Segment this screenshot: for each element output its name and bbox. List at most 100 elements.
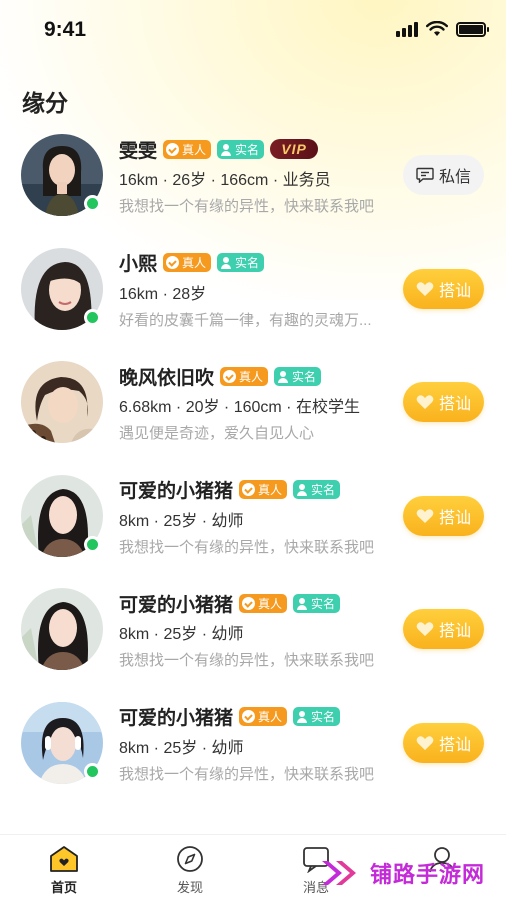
wifi-icon xyxy=(426,21,448,36)
user-info: 晚风依旧吹 真人 实名 6.68km · 20岁 · 160cm · 在校学生 … xyxy=(119,363,396,443)
real-name-badge: 实名 xyxy=(293,707,341,726)
watermark-text: 铺路手游网 xyxy=(370,862,486,887)
status-time: 9:41 xyxy=(44,18,87,41)
user-bio: 好看的皮囊千篇一律，有趣的灵魂万... xyxy=(119,311,372,329)
status-icons xyxy=(396,21,489,37)
avatar-photo xyxy=(21,361,103,443)
avatar[interactable] xyxy=(21,474,103,557)
user-bio: 我想找一个有缘的异性，快来联系我吧 xyxy=(119,538,375,556)
online-status-dot xyxy=(84,308,101,326)
battery-icon xyxy=(456,21,489,37)
user-info: 雯雯 真人 实名 VIP 16km · 26岁 · 166cm · 业务员 我想… xyxy=(119,136,396,216)
user-meta: 16km · 28岁 xyxy=(119,285,207,303)
heart-icon xyxy=(416,508,434,523)
avatar[interactable] xyxy=(21,134,103,216)
chat-bubble-icon xyxy=(416,167,434,183)
user-card[interactable]: 可爱的小猪猪 真人 实名 8km · 25岁 · 幼师 我想找一个有缘的异性，快… xyxy=(0,688,506,802)
user-name: 雯雯 xyxy=(119,140,158,162)
tab-home[interactable]: 首页 xyxy=(34,845,94,896)
heart-icon xyxy=(416,395,434,409)
user-name: 晚风依旧吹 xyxy=(119,367,215,389)
user-card[interactable]: 晚风依旧吹 真人 实名 6.68km · 20岁 · 160cm · 在校学生 … xyxy=(0,347,506,461)
user-bio: 遇见便是奇迹，爱久自见人心 xyxy=(119,425,315,442)
real-person-badge: 真人 xyxy=(163,253,212,272)
accost-button[interactable]: 搭讪 xyxy=(403,382,484,422)
real-person-badge: 真人 xyxy=(220,366,269,386)
watermark: 铺路手游网 xyxy=(318,846,506,900)
accost-label: 搭讪 xyxy=(438,396,471,413)
user-name: 可爱的小猪猪 xyxy=(119,708,234,729)
real-person-badge: 真人 xyxy=(239,480,288,499)
real-name-badge: 实名 xyxy=(274,366,322,386)
page-title: 缘分 xyxy=(22,90,68,116)
accost-button[interactable]: 搭讪 xyxy=(403,609,484,649)
tab-home-label: 首页 xyxy=(50,880,77,895)
accost-label: 搭讪 xyxy=(438,282,471,300)
user-info: 可爱的小猪猪 真人 实名 8km · 25岁 · 幼师 我想找一个有缘的异性，快… xyxy=(119,590,396,670)
avatar[interactable] xyxy=(21,588,103,670)
user-info: 小熙 真人 实名 16km · 28岁 好看的皮囊千篇一律，有趣的灵魂万... xyxy=(119,250,396,330)
private-message-label: 私信 xyxy=(438,169,471,186)
user-list: 雯雯 真人 实名 VIP 16km · 26岁 · 166cm · 业务员 我想… xyxy=(0,120,506,801)
verified-check-icon xyxy=(166,142,180,156)
cellular-signal-icon xyxy=(396,21,418,37)
avatar[interactable] xyxy=(21,247,103,330)
user-meta: 6.68km · 20岁 · 160cm · 在校学生 xyxy=(119,399,360,416)
verified-check-icon xyxy=(166,256,180,269)
user-name: 可爱的小猪猪 xyxy=(119,481,234,502)
user-card[interactable]: 可爱的小猪猪 真人 实名 8km · 25岁 · 幼师 我想找一个有缘的异性，快… xyxy=(0,574,506,688)
real-name-badge: 实名 xyxy=(293,593,341,613)
avatar[interactable] xyxy=(21,361,103,443)
verified-check-icon xyxy=(242,483,256,496)
user-meta: 8km · 25岁 · 幼师 xyxy=(119,512,244,530)
person-icon xyxy=(296,483,308,496)
avatar[interactable] xyxy=(21,701,103,784)
verified-check-icon xyxy=(242,596,256,610)
online-status-dot xyxy=(84,535,101,553)
accost-button[interactable]: 搭讪 xyxy=(403,268,484,309)
real-name-badge: 实名 xyxy=(217,253,265,272)
watermark-logo-icon xyxy=(322,861,356,885)
user-meta: 8km · 25岁 · 幼师 xyxy=(119,739,244,757)
user-bio: 我想找一个有缘的异性，快来联系我吧 xyxy=(119,198,375,215)
tab-discover-label: 发现 xyxy=(176,880,203,895)
person-icon xyxy=(296,710,308,723)
status-bar: 9:41 xyxy=(0,0,506,60)
person-icon xyxy=(220,143,232,156)
person-icon xyxy=(277,370,289,383)
user-meta: 16km · 26岁 · 166cm · 业务员 xyxy=(119,172,331,189)
avatar-photo xyxy=(21,588,103,670)
heart-icon xyxy=(416,622,434,636)
accost-label: 搭讪 xyxy=(438,509,471,527)
accost-label: 搭讪 xyxy=(438,736,471,754)
user-name: 小熙 xyxy=(119,254,158,275)
user-bio: 我想找一个有缘的异性，快来联系我吧 xyxy=(119,765,375,783)
real-person-badge: 真人 xyxy=(239,593,288,613)
heart-icon xyxy=(416,281,434,296)
verified-check-icon xyxy=(223,369,237,383)
online-status-dot xyxy=(84,762,101,780)
real-person-badge: 真人 xyxy=(163,139,212,159)
online-status-dot xyxy=(84,195,101,212)
user-card[interactable]: 可爱的小猪猪 真人 实名 8km · 25岁 · 幼师 我想找一个有缘的异性，快… xyxy=(0,461,506,575)
user-bio: 我想找一个有缘的异性，快来联系我吧 xyxy=(119,652,375,669)
user-card[interactable]: 小熙 真人 实名 16km · 28岁 好看的皮囊千篇一律，有趣的灵魂万... … xyxy=(0,234,506,348)
heart-icon xyxy=(416,735,434,750)
private-message-button[interactable]: 私信 xyxy=(403,155,484,195)
user-meta: 8km · 25岁 · 幼师 xyxy=(119,626,244,643)
vip-badge: VIP xyxy=(270,139,319,159)
real-name-badge: 实名 xyxy=(293,480,341,499)
verified-check-icon xyxy=(242,710,256,723)
compass-icon xyxy=(177,846,203,872)
home-icon xyxy=(50,846,78,872)
person-icon xyxy=(296,597,308,610)
real-person-badge: 真人 xyxy=(239,707,288,726)
accost-button[interactable]: 搭讪 xyxy=(403,722,484,763)
person-icon xyxy=(220,256,232,269)
accost-label: 搭讪 xyxy=(438,623,471,640)
user-info: 可爱的小猪猪 真人 实名 8km · 25岁 · 幼师 我想找一个有缘的异性，快… xyxy=(119,704,396,784)
tab-discover[interactable]: 发现 xyxy=(160,845,220,896)
accost-button[interactable]: 搭讪 xyxy=(403,495,484,536)
user-card[interactable]: 雯雯 真人 实名 VIP 16km · 26岁 · 166cm · 业务员 我想… xyxy=(0,120,506,234)
real-name-badge: 实名 xyxy=(217,139,265,159)
